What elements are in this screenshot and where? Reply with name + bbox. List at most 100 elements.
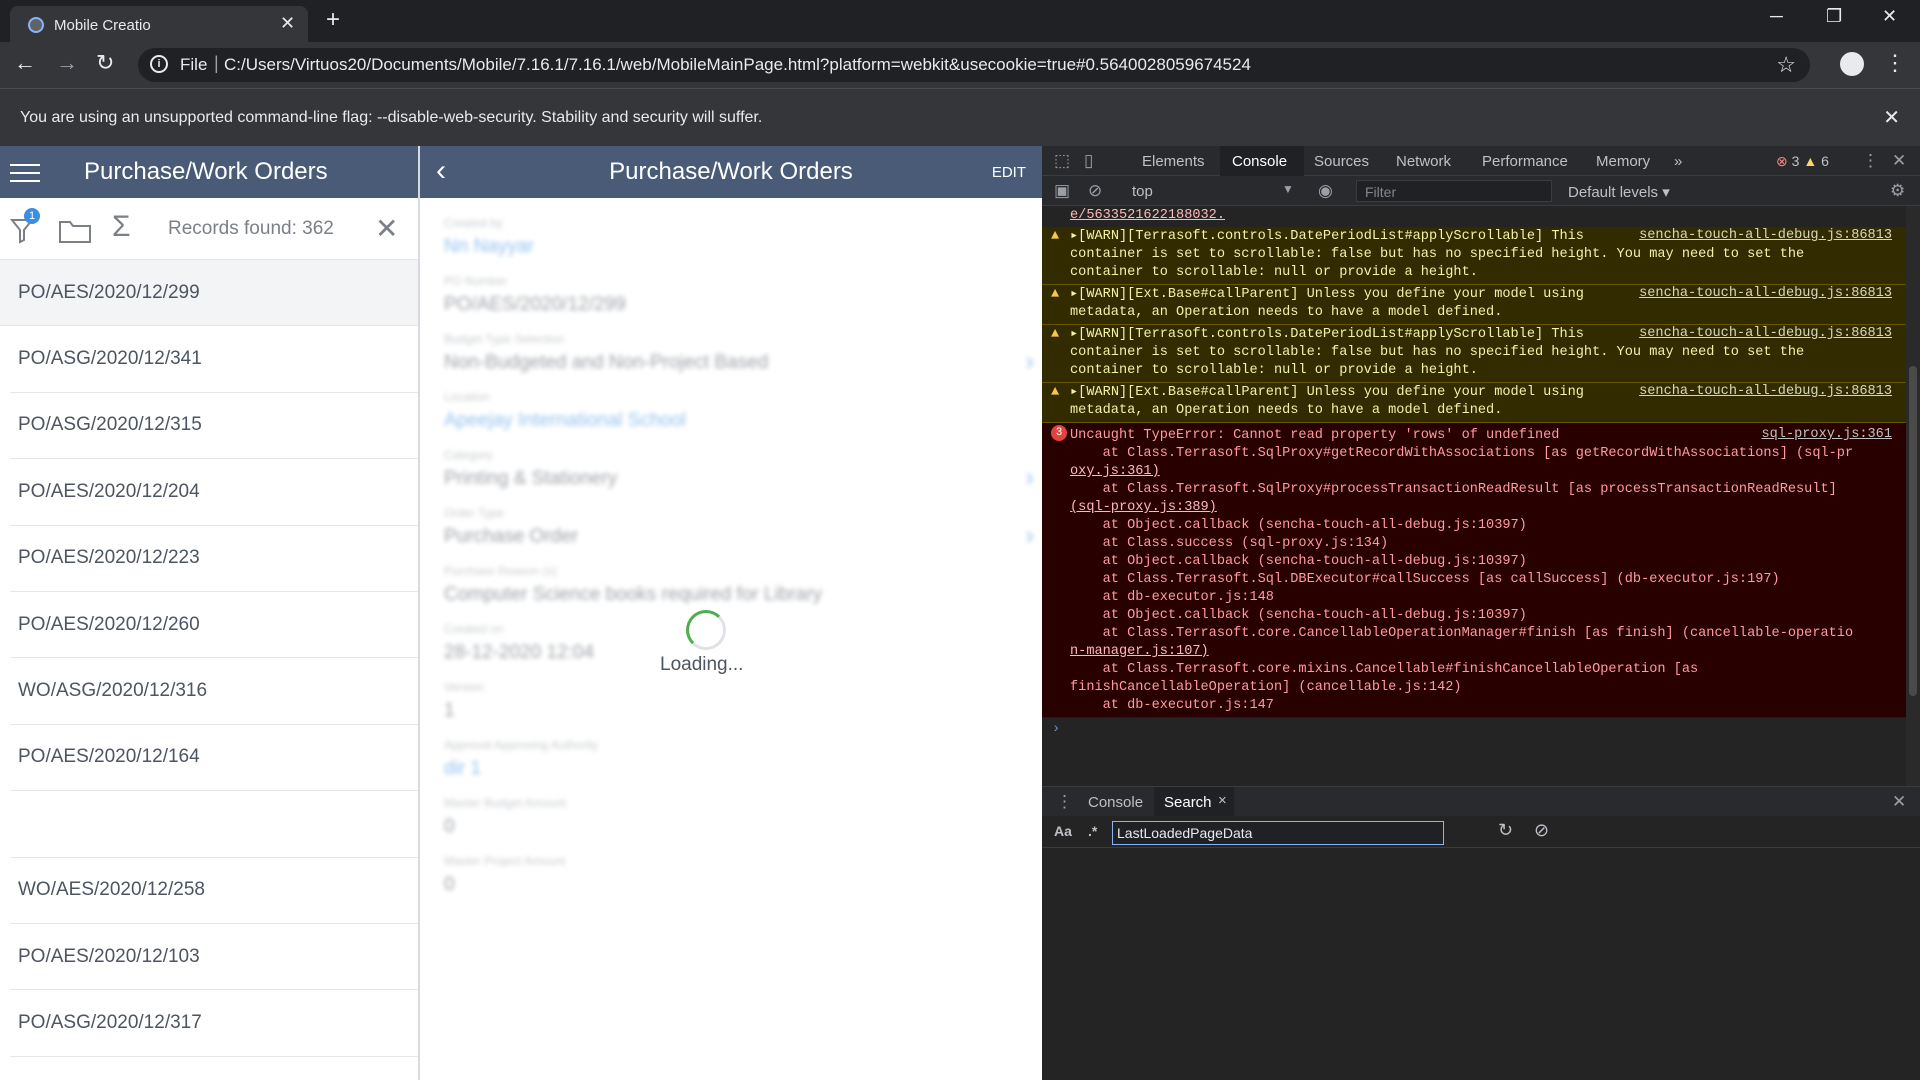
warning-triangle-icon: ▲ [1051,287,1060,302]
list-item[interactable]: PO/AES/2020/12/223 [10,526,418,592]
log-line: e/5633521622188032. [1070,208,1225,223]
log-line: metadata, an Operation needs to have a m… [1070,305,1503,320]
console-scrollbar[interactable] [1906,206,1920,786]
minimize-icon[interactable]: ─ [1770,6,1783,27]
list-item[interactable]: PO/ASG/2020/12/341 [10,326,418,393]
infobar-close-icon[interactable]: ✕ [1883,105,1900,130]
tab-sources[interactable]: Sources [1314,153,1369,170]
detail-panel-header: ‹ Purchase/Work Orders EDIT [420,146,1042,198]
tab-performance[interactable]: Performance [1482,153,1568,170]
issue-counter[interactable]: ⊗ 3 ▲ 6 [1776,153,1829,170]
maximize-icon[interactable]: ❐ [1826,6,1842,27]
field-value[interactable]: Nn Nayyar [444,236,1004,258]
source-link[interactable]: sencha-touch-all-debug.js:86813 [1639,286,1892,301]
browser-tab[interactable]: Mobile Creatio ✕ [10,6,308,42]
refresh-search-icon[interactable]: ↻ [1498,820,1513,841]
field-label: Version [444,680,485,694]
field-value[interactable]: Apeejay International School [444,410,1004,432]
drawer-tab-console[interactable]: Console [1088,794,1143,811]
list-item[interactable]: WO/AES/2020/12/258 [10,858,418,924]
list-item[interactable]: WO/ASG/2020/12/316 [10,658,418,725]
tab-network[interactable]: Network [1396,153,1451,170]
drawer-tab-search[interactable]: Search [1164,794,1212,811]
field-value[interactable]: dir 1 [444,758,1004,780]
tab-memory[interactable]: Memory [1596,153,1650,170]
device-toolbar-icon[interactable]: ▯ [1084,151,1093,171]
context-selector[interactable]: top [1132,183,1153,200]
list-item[interactable]: PO/AES/2020/12/103 [10,924,418,991]
field-value: 0 [444,874,455,895]
chevron-right-icon[interactable]: › [1025,462,1034,493]
search-input[interactable]: LastLoadedPageData [1112,821,1444,845]
stack-line: at Object.callback (sencha-touch-all-deb… [1070,518,1527,533]
live-expression-eye-icon[interactable]: ◉ [1318,181,1333,201]
info-icon[interactable]: i [150,55,168,73]
stack-line[interactable]: n-manager.js:107) [1070,643,1878,661]
drawer-menu-icon[interactable]: ⋮ [1056,792,1073,812]
scroll-thumb[interactable] [1909,366,1917,696]
stack-line[interactable]: oxy.js:361) [1070,463,1878,481]
sidebar-toggle-icon[interactable]: ▣ [1054,181,1070,201]
url-text[interactable]: C:/Users/Virtuos20/Documents/Mobile/7.16… [224,55,1251,75]
search-tab-close-icon[interactable]: × [1218,792,1227,809]
field-label: PO Number [444,274,508,288]
drawer-active-tab[interactable]: Search × [1154,787,1234,817]
clear-console-icon[interactable]: ⊘ [1088,181,1102,201]
window-close-icon[interactable]: ✕ [1882,6,1897,27]
chevron-right-icon[interactable]: › [1025,520,1034,551]
bookmark-star-icon[interactable]: ☆ [1776,52,1796,78]
folder-icon[interactable] [58,218,92,244]
clear-filter-close-icon[interactable]: ✕ [375,212,398,245]
more-tabs-chevron-icon[interactable]: » [1674,153,1682,170]
app-viewport: Purchase/Work Orders 1 Σ Records found: … [0,146,1042,1080]
list-item[interactable]: PO/AES/2020/12/260 [10,592,418,659]
field-label: Order Type [444,506,504,520]
devtools-close-icon[interactable]: ✕ [1892,151,1906,171]
browser-toolbar: ← → ↻ i File | C:/Users/Virtuos20/Docume… [0,42,1920,88]
chevron-right-icon[interactable]: › [1025,346,1034,377]
tab-close-icon[interactable]: ✕ [280,13,295,34]
list-item[interactable]: PO/ASG/2020/12/315 [10,393,418,460]
stack-line[interactable]: (sql-proxy.js:389) [1070,499,1878,517]
inspect-element-icon[interactable]: ⬚ [1054,151,1070,171]
hamburger-menu-icon[interactable] [10,164,40,182]
devtools-menu-icon[interactable]: ⋮ [1862,151,1879,171]
source-link[interactable]: sencha-touch-all-debug.js:86813 [1639,326,1892,341]
sigma-summary-icon[interactable]: Σ [112,210,131,244]
field-order-type[interactable]: Order Type Purchase Order › [444,506,1034,550]
list-item[interactable]: PO/ASG/2020/12/317 [10,990,418,1057]
tab-console[interactable]: Console [1232,153,1287,170]
context-dropdown-icon[interactable]: ▼ [1282,182,1294,196]
regex-toggle[interactable]: .* [1088,823,1097,839]
source-link[interactable]: sencha-touch-all-debug.js:86813 [1639,228,1892,243]
list-item[interactable]: PO/AES/2020/12/164 [10,725,418,792]
match-case-toggle[interactable]: Aa [1054,823,1072,839]
new-tab-button[interactable]: + [326,6,340,34]
detail-form: Created by Nn Nayyar PO Number PO/AES/20… [420,198,1042,1080]
field-category[interactable]: Category Printing & Stationery › [444,448,1034,492]
favicon-icon [28,17,44,33]
list-item[interactable] [10,791,418,858]
field-master-budget-amount: Master Budget Amount 0 [444,796,1004,838]
drawer-close-icon[interactable]: ✕ [1892,792,1906,812]
list-item[interactable]: PO/AES/2020/12/204 [10,459,418,526]
field-budget-type[interactable]: Budget Type Selection Non-Budgeted and N… [444,332,1034,376]
list-item[interactable]: PO/AES/2020/12/299 [0,260,418,327]
address-bar[interactable]: i File | C:/Users/Virtuos20/Documents/Mo… [138,48,1810,82]
tab-elements[interactable]: Elements [1142,153,1205,170]
forward-icon[interactable]: → [56,50,78,76]
console-settings-gear-icon[interactable]: ⚙ [1890,181,1905,201]
menu-kebab-icon[interactable]: ⋮ [1884,50,1906,76]
profile-avatar-icon[interactable] [1840,52,1864,76]
reload-icon[interactable]: ↻ [96,50,114,76]
back-icon[interactable]: ← [14,50,36,76]
clear-search-icon[interactable]: ⊘ [1534,820,1549,841]
source-link[interactable]: sencha-touch-all-debug.js:86813 [1639,384,1892,399]
console-prompt[interactable]: › [1042,722,1906,737]
console-filter-input[interactable]: Filter [1356,180,1552,202]
edit-button[interactable]: EDIT [992,164,1026,181]
source-link[interactable]: sql-proxy.js:361 [1761,427,1892,442]
log-levels-dropdown[interactable]: Default levels ▾ [1568,183,1670,201]
stack-line: at Class.Terrasoft.Sql.DBExecutor#callSu… [1070,572,1780,587]
list-item[interactable]: PO/MH/2020/12/329 [10,1057,418,1080]
